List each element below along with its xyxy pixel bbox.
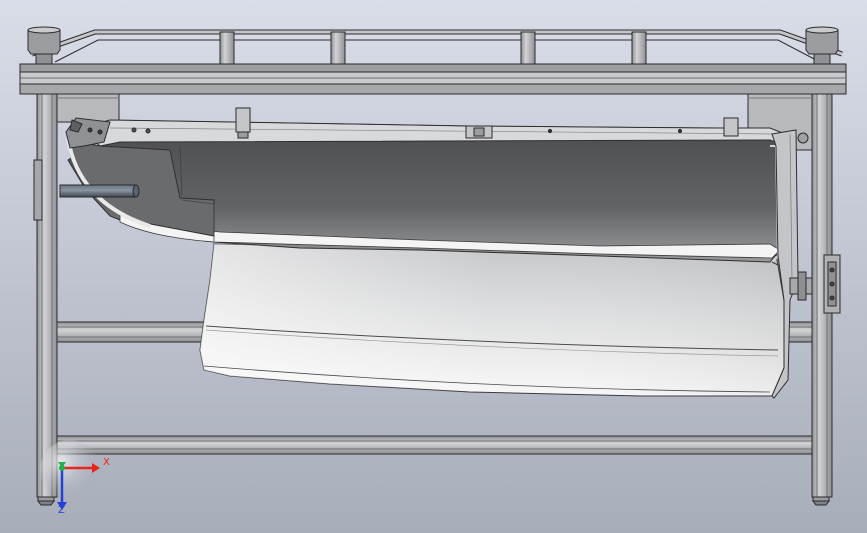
cad-graphics-viewport[interactable]: X Z (0, 0, 867, 533)
frame-left-bracket[interactable] (56, 91, 120, 123)
cad-scene[interactable] (0, 0, 867, 533)
support-rod[interactable] (59, 184, 140, 198)
frame-left-leg[interactable] (33, 91, 58, 506)
z-axis-label: Z (58, 505, 65, 516)
x-axis-label: X (103, 457, 110, 468)
